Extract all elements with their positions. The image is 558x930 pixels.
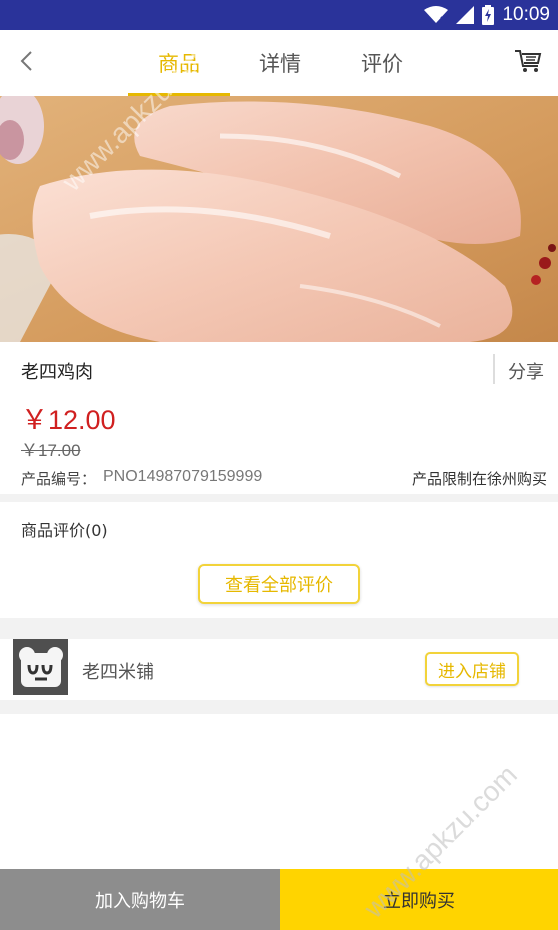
share-button[interactable]: 分享	[508, 358, 544, 384]
reviews-title: 商品评价(0)	[21, 521, 108, 540]
status-icons: 10:09	[424, 0, 550, 30]
product-info: 老四鸡肉 分享 ￥12.00 ￥17.00 产品编号： PNO149870791…	[0, 342, 558, 494]
add-to-cart-button[interactable]: 加入购物车	[0, 869, 280, 930]
product-title: 老四鸡肉	[21, 362, 93, 383]
status-time: 10:09	[502, 4, 550, 25]
product-code-value: PNO14987079159999	[103, 468, 263, 485]
back-button[interactable]	[10, 46, 42, 80]
tab-detail[interactable]: 详情	[236, 30, 324, 96]
cart-button[interactable]	[512, 47, 544, 79]
store-avatar[interactable]	[13, 639, 68, 695]
status-bar: 10:09	[0, 0, 558, 30]
purchase-restriction: 产品限制在徐州购买	[411, 470, 547, 488]
store-name: 老四米铺	[82, 662, 154, 683]
chevron-left-icon	[19, 50, 33, 76]
shopping-cart-icon	[514, 48, 542, 78]
signal-icon	[456, 6, 475, 24]
nav-bar: 商品 详情 评价	[0, 30, 558, 96]
original-price: ￥17.00	[21, 441, 81, 460]
buy-now-button[interactable]: 立即购买	[280, 869, 558, 930]
tab-goods[interactable]: 商品	[128, 30, 230, 96]
current-price: ￥12.00	[21, 405, 116, 435]
enter-store-button[interactable]: 进入店铺	[425, 652, 519, 686]
product-image[interactable]	[0, 96, 558, 342]
wifi-icon	[424, 6, 449, 24]
tab-review[interactable]: 评价	[338, 30, 426, 96]
battery-charging-icon	[482, 5, 495, 25]
bottom-action-bar: 加入购物车 立即购买	[0, 869, 558, 930]
view-all-reviews-button[interactable]: 查看全部评价	[198, 564, 360, 604]
content-blank-area	[0, 714, 558, 869]
product-code-label: 产品编号：	[21, 470, 97, 488]
reviews-section: 商品评价(0) 查看全部评价	[0, 502, 558, 618]
divider	[493, 354, 495, 384]
store-section: 老四米铺 进入店铺	[0, 639, 558, 700]
